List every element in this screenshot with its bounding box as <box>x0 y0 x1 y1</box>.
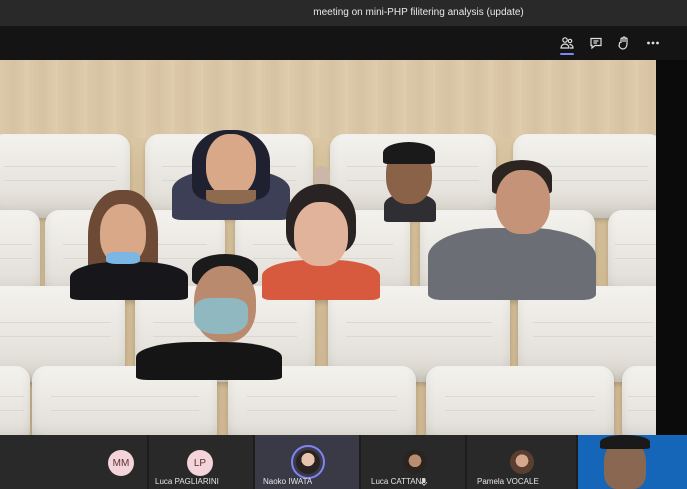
self-view-hair <box>600 435 650 449</box>
seat <box>0 366 30 435</box>
chat-button[interactable] <box>586 33 606 53</box>
meeting-title: meeting on mini-PHP filitering analysis … <box>313 7 524 18</box>
participant-tile[interactable]: LP Luca PAGLIARINI <box>149 435 253 489</box>
together-mode-stage <box>0 60 656 435</box>
more-options-button[interactable] <box>643 33 663 53</box>
stage-edge <box>656 60 687 435</box>
participant-name: Pamela VOCALE <box>477 477 539 486</box>
self-view-video[interactable] <box>578 435 687 489</box>
participant-video-cutout <box>428 156 596 302</box>
wood-wall <box>0 60 656 138</box>
participant-tile[interactable]: Luca CATTANI <box>361 435 465 489</box>
participant-tile-active[interactable]: Naoko IWATA <box>255 435 359 489</box>
participants-button[interactable] <box>557 33 577 55</box>
participant-name: Naoko IWATA <box>263 477 313 486</box>
participant-tile[interactable]: Pamela VOCALE <box>467 435 576 489</box>
avatar <box>510 450 534 474</box>
seat <box>622 366 656 435</box>
chat-icon <box>590 37 602 50</box>
participant-video-cutout <box>136 254 282 380</box>
avatar <box>403 450 427 474</box>
avatar-initials: LP <box>187 450 213 476</box>
more-options-icon <box>647 41 659 45</box>
title-bar: meeting on mini-PHP filitering analysis … <box>0 0 687 26</box>
participant-tile[interactable]: MM <box>0 435 147 489</box>
participant-name: Luca PAGLIARINI <box>155 477 219 486</box>
meeting-toolbar <box>0 26 687 60</box>
active-indicator <box>560 53 574 55</box>
raise-hand-button[interactable] <box>614 33 634 53</box>
seat <box>426 366 614 435</box>
people-icon <box>560 37 574 49</box>
avatar <box>296 450 320 474</box>
avatar-initials: MM <box>108 450 134 476</box>
mic-muted-icon <box>421 478 427 486</box>
participant-name: Luca CATTANI <box>371 477 424 486</box>
raise-hand-icon <box>618 36 628 50</box>
